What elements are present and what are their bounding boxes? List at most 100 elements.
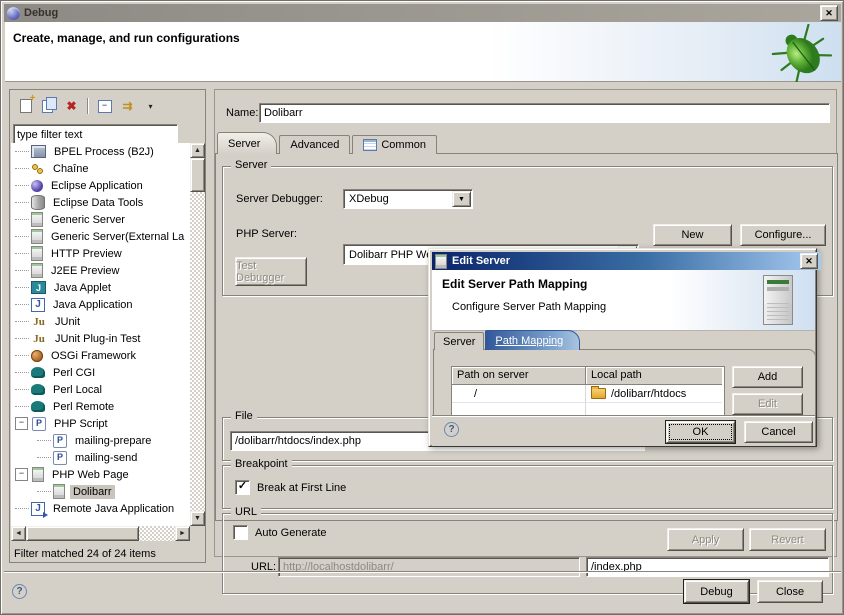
dialog-tab-path-mapping[interactable]: Path Mapping [485,330,580,350]
revert-button[interactable]: Revert [749,528,826,551]
server-tower-image [763,275,793,325]
perl-icon [31,401,45,412]
edit-mapping-button[interactable]: Edit [732,393,803,415]
tree-item-perl-local[interactable]: Perl Local [11,381,190,398]
tree-item-junit[interactable]: JuJUnit [11,313,190,330]
tree-item-java-applet[interactable]: JJava Applet [11,279,190,296]
help-icon[interactable]: ? [12,584,27,599]
window-titlebar[interactable]: Debug ✕ [4,4,841,22]
scroll-right-icon[interactable]: ► [175,526,190,541]
server-debugger-select[interactable]: XDebug ▼ [343,189,473,209]
collapse-toggle-icon[interactable]: − [15,417,28,430]
tree-item-dolibarr[interactable]: Dolibarr [11,483,190,500]
toolbar-menu-button[interactable]: ▾ [140,97,161,116]
scrollbar-thumb[interactable] [190,158,205,192]
tab-advanced[interactable]: Advanced [279,135,350,154]
column-local-path[interactable]: Local path [586,367,722,385]
table-row[interactable]: / /dolibarr/htdocs [452,385,724,402]
server-icon [31,246,43,261]
bpel-icon [31,145,46,158]
config-tabs: Server Advanced Common [217,134,439,154]
url-group-label: URL [231,506,261,518]
tree-item-generic-server[interactable]: Generic Server [11,211,190,228]
server-icon [31,212,43,227]
configure-server-button[interactable]: Configure... [740,224,826,246]
tree-vertical-scrollbar[interactable]: ▲ ▼ [190,143,205,526]
tree-item-php-script[interactable]: −PPHP Script [11,415,190,432]
java-applet-icon: J [31,281,46,294]
php-icon: P [32,417,46,431]
duplicate-icon [42,100,53,113]
column-path-on-server[interactable]: Path on server [452,367,586,385]
tree-item-eclipse-application[interactable]: Eclipse Application [11,177,190,194]
chevron-down-icon[interactable]: ▼ [452,191,471,207]
add-mapping-button[interactable]: Add [732,366,803,388]
file-group-label: File [231,410,257,422]
debug-button[interactable]: Debug [684,580,749,603]
server-icon [31,229,43,244]
scroll-left-icon[interactable]: ◄ [11,526,26,541]
help-icon[interactable]: ? [444,422,459,437]
server-group-label: Server [231,159,271,171]
collapse-toggle-icon[interactable]: − [15,468,28,481]
tree-item-php-web-page[interactable]: −PHP Web Page [11,466,190,483]
auto-generate-option[interactable]: Auto Generate [233,525,327,540]
configurations-panel: + ✖ − ⇉ ▾ BPEL Process (B2J) Chaîne Ecli [9,89,206,563]
collapse-all-button[interactable]: − [94,97,115,116]
filter-launch-button[interactable]: ⇉ [117,97,138,116]
tree-item-mailing-prepare[interactable]: Pmailing-prepare [11,432,190,449]
duplicate-configuration-button[interactable] [38,97,59,116]
edit-server-dialog: Edit Server ✕ Edit Server Path Mapping C… [428,248,817,447]
tree-item-osgi-framework[interactable]: OSGi Framework [11,347,190,364]
debug-window: Debug ✕ Create, manage, and run configur… [0,0,844,615]
delete-configuration-button[interactable]: ✖ [61,97,82,116]
test-debugger-button[interactable]: Test Debugger [235,257,307,286]
tree-item-j2ee-preview[interactable]: J2EE Preview [11,262,190,279]
cancel-button[interactable]: Cancel [744,421,813,443]
window-close-icon[interactable]: ✕ [820,5,838,21]
tree-item-generic-server-external[interactable]: Generic Server(External La [11,228,190,245]
ok-button[interactable]: OK [666,421,735,443]
tab-common[interactable]: Common [352,135,437,154]
tree-horizontal-scrollbar[interactable]: ◄ ► [11,526,190,541]
tree-item-junit-plugin-test[interactable]: JuJUnit Plug-in Test [11,330,190,347]
scroll-up-icon[interactable]: ▲ [190,143,205,158]
tree-item-eclipse-data-tools[interactable]: Eclipse Data Tools [11,194,190,211]
window-title: Debug [24,7,816,19]
tree-item-http-preview[interactable]: HTTP Preview [11,245,190,262]
path-mapping-panel: Path on server Local path / /dolibarr/ht… [433,349,816,417]
tree-item-bpel-process[interactable]: BPEL Process (B2J) [11,143,190,160]
tree-item-mailing-send[interactable]: Pmailing-send [11,449,190,466]
tree-item-perl-remote[interactable]: Perl Remote [11,398,190,415]
url-path-input[interactable] [586,557,829,577]
dialog-tab-server[interactable]: Server [434,332,484,350]
type-filter-input[interactable] [13,124,178,145]
table-icon [363,139,377,151]
checked-checkbox[interactable]: ✓ [235,480,250,495]
junit-icon: Ju [31,316,47,328]
configurations-toolbar: + ✖ − ⇉ ▾ [11,91,209,121]
apply-button[interactable]: Apply [667,528,744,551]
close-button[interactable]: Close [757,580,823,603]
scrollbar-thumb[interactable] [26,526,139,541]
break-first-line-option[interactable]: ✓ Break at First Line [235,480,346,495]
server-path-cell: / [452,385,586,402]
dialog-close-icon[interactable]: ✕ [800,253,818,269]
new-configuration-button[interactable]: + [15,97,36,116]
junit-icon: Ju [31,333,47,345]
tree-item-java-application[interactable]: JJava Application [11,296,190,313]
sphere-icon [31,180,43,192]
tree-item-remote-java-application[interactable]: JRemote Java Application [11,500,190,517]
dialog-titlebar[interactable]: Edit Server ✕ [432,252,821,270]
url-base-input [278,557,580,577]
perl-icon [31,367,45,378]
auto-generate-label: Auto Generate [255,527,327,539]
scrollbar-track[interactable] [190,158,205,511]
new-server-button[interactable]: New [653,224,732,246]
name-input[interactable] [259,103,830,123]
tab-server[interactable]: Server [217,132,277,154]
tree-item-chaine[interactable]: Chaîne [11,160,190,177]
unchecked-checkbox[interactable] [233,525,248,540]
tree-item-perl-cgi[interactable]: Perl CGI [11,364,190,381]
scroll-down-icon[interactable]: ▼ [190,511,205,526]
